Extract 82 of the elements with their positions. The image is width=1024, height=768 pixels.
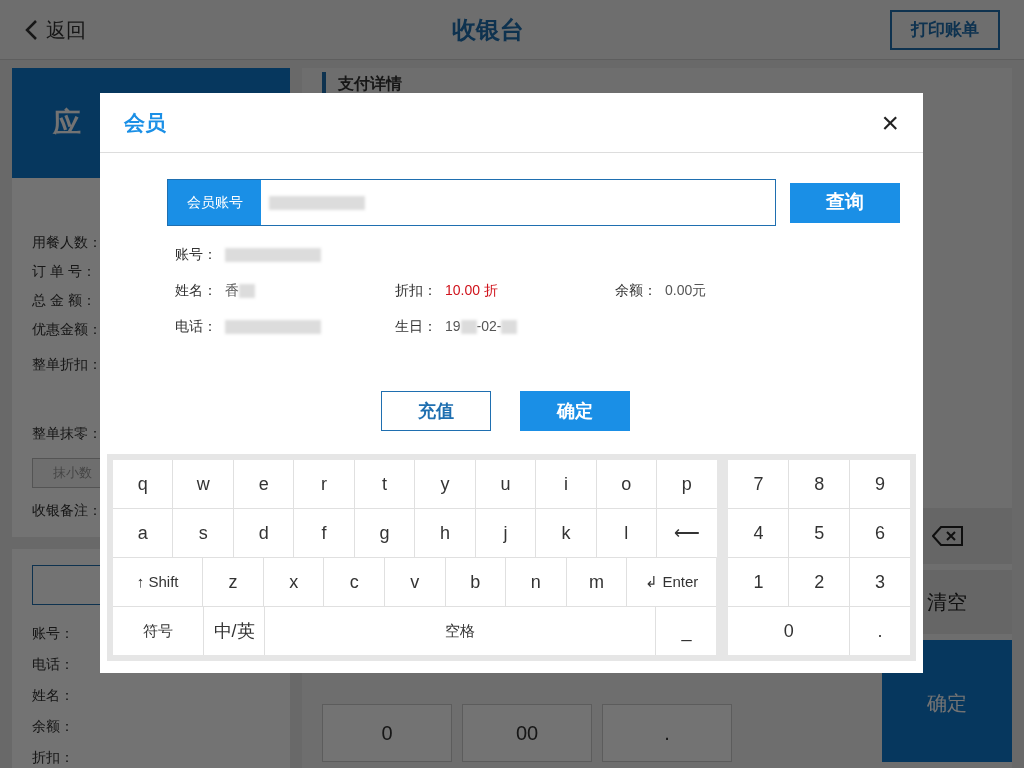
field-label: 电话： [32, 655, 74, 674]
keyboard-key[interactable]: c [324, 558, 384, 606]
keyboard-key[interactable]: 7 [728, 460, 789, 508]
keyboard-key[interactable]: a [113, 509, 173, 557]
field-label: 余额： [32, 717, 74, 736]
blurred-value [239, 283, 255, 298]
keyboard-key[interactable]: 符号 [113, 607, 204, 655]
keyboard-key[interactable]: z [203, 558, 263, 606]
keyboard-key[interactable]: 0 [728, 607, 849, 655]
field-label: 生日： [395, 317, 437, 336]
backspace-icon [931, 526, 963, 546]
recharge-button[interactable]: 充值 [381, 391, 491, 431]
keypad-key[interactable]: 0 [322, 704, 452, 762]
keypad-key[interactable]: . [602, 704, 732, 762]
keyboard-key[interactable]: 6 [850, 509, 910, 557]
keyboard-key[interactable]: ↑ Shift [113, 558, 203, 606]
keyboard-key[interactable]: q [113, 460, 173, 508]
field-label: 优惠金额： [32, 320, 102, 339]
keyboard-key[interactable]: . [849, 607, 910, 655]
keyboard-key[interactable]: t [354, 460, 415, 508]
keyboard-key[interactable]: j [475, 509, 536, 557]
keyboard-key[interactable]: b [445, 558, 506, 606]
keyboard-key[interactable]: d [233, 509, 294, 557]
field-label: 姓名： [175, 281, 217, 300]
keyboard-key[interactable]: h [415, 509, 475, 557]
receivable-title: 应 [53, 106, 81, 140]
keyboard-key[interactable]: 3 [850, 558, 910, 606]
field-value: 0.00元 [665, 281, 707, 300]
keyboard-key[interactable]: 9 [850, 460, 910, 508]
keyboard-key[interactable]: 中/英 [204, 607, 265, 655]
remark-label: 收银备注： [32, 501, 103, 520]
keyboard-key[interactable]: s [173, 509, 233, 557]
keyboard-key[interactable]: 5 [789, 509, 850, 557]
page-title: 收银台 [452, 14, 524, 45]
field-label: 订 单 号： [32, 262, 96, 281]
blurred-value [501, 319, 518, 334]
keyboard-key[interactable]: x [263, 558, 324, 606]
field-value: 香 [225, 280, 255, 301]
field-value: 10.00 折 [445, 281, 498, 300]
keyboard-key[interactable]: k [536, 509, 596, 557]
keyboard-key[interactable]: r [294, 460, 354, 508]
keyboard-key[interactable]: o [596, 460, 657, 508]
keyboard-key[interactable]: i [536, 460, 596, 508]
keyboard-key[interactable]: w [173, 460, 233, 508]
field-label: 整单折扣： [32, 355, 102, 374]
field-label: 折扣： [32, 748, 74, 767]
field-value: 19 -02- [445, 316, 518, 337]
keyboard-key[interactable]: v [384, 558, 445, 606]
field-label: 余额： [615, 281, 657, 300]
dialog-title: 会员 [124, 109, 166, 136]
keyboard-key[interactable]: _ [656, 607, 717, 655]
keyboard-key[interactable]: 1 [728, 558, 789, 606]
close-button[interactable]: × [881, 107, 899, 138]
keyboard-key[interactable]: ↲ Enter [627, 558, 717, 606]
field-label: 总 金 额： [32, 291, 96, 310]
keyboard-key[interactable]: 8 [789, 460, 850, 508]
keyboard-key[interactable]: 2 [789, 558, 850, 606]
keyboard-key[interactable]: 4 [728, 509, 789, 557]
keyboard-key[interactable]: p [657, 460, 717, 508]
keyboard-key[interactable]: n [506, 558, 566, 606]
keyboard-key[interactable]: e [233, 460, 294, 508]
keyboard-key[interactable]: g [354, 509, 415, 557]
keyboard-key[interactable]: ⟵ [657, 509, 717, 557]
keyboard-key[interactable]: f [294, 509, 354, 557]
keyboard-key[interactable]: 空格 [265, 607, 656, 655]
keyboard-key[interactable]: m [566, 558, 627, 606]
back-button[interactable]: 返回 [24, 14, 86, 45]
keyboard-key[interactable]: l [596, 509, 657, 557]
field-label: 账号： [175, 245, 217, 264]
keyboard-key[interactable]: u [475, 460, 536, 508]
section-title: 支付详情 [338, 74, 402, 94]
blurred-value [460, 319, 477, 334]
field-label: 整单抹零： [32, 424, 102, 443]
field-label: 会员账号 [168, 180, 261, 225]
field-label: 姓名： [32, 686, 74, 705]
back-icon [24, 18, 38, 41]
field-label: 账号： [32, 624, 74, 643]
field-label: 用餐人数： [32, 233, 102, 252]
keyboard-key[interactable]: y [415, 460, 475, 508]
keypad-key[interactable]: 00 [462, 704, 592, 762]
field-label: 折扣： [395, 281, 437, 300]
field-label: 电话： [175, 317, 217, 336]
